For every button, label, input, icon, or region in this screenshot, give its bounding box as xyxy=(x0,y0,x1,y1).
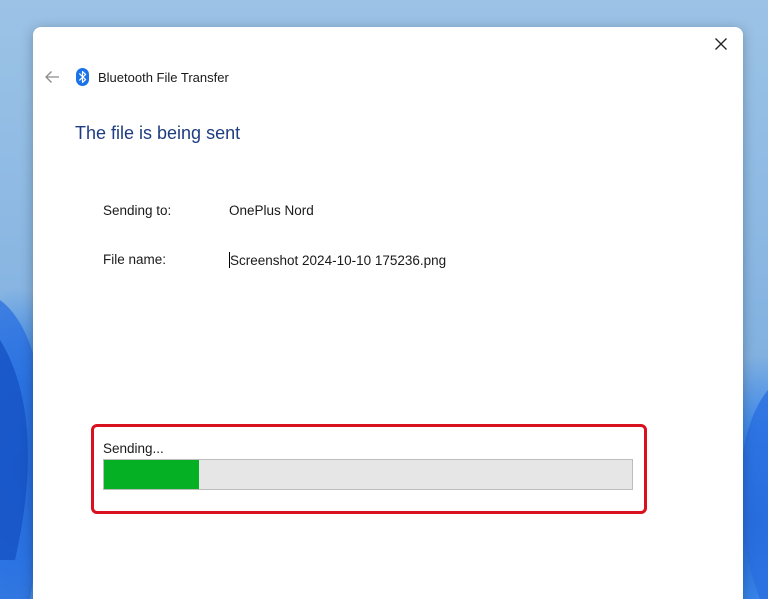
bluetooth-transfer-dialog: Bluetooth File Transfer The file is bein… xyxy=(33,27,743,599)
close-button[interactable] xyxy=(709,32,733,56)
file-name-label: File name: xyxy=(103,252,167,267)
close-icon xyxy=(715,38,727,50)
back-button[interactable] xyxy=(41,66,63,88)
title-bar: Bluetooth File Transfer xyxy=(41,65,229,89)
progress-bar-fill xyxy=(104,460,200,489)
sending-to-label: Sending to: xyxy=(103,203,172,218)
sending-to-value: OnePlus Nord xyxy=(229,203,314,218)
window-title: Bluetooth File Transfer xyxy=(98,69,229,85)
transfer-progress-bar xyxy=(103,459,633,490)
back-arrow-icon xyxy=(45,71,59,83)
bluetooth-icon xyxy=(76,68,90,86)
file-name-value: Screenshot 2024-10-10 175236.png xyxy=(230,253,447,268)
page-heading: The file is being sent xyxy=(75,123,241,143)
file-name-value-container: Screenshot 2024-10-10 175236.png xyxy=(229,252,446,268)
progress-status-label: Sending... xyxy=(103,441,164,456)
